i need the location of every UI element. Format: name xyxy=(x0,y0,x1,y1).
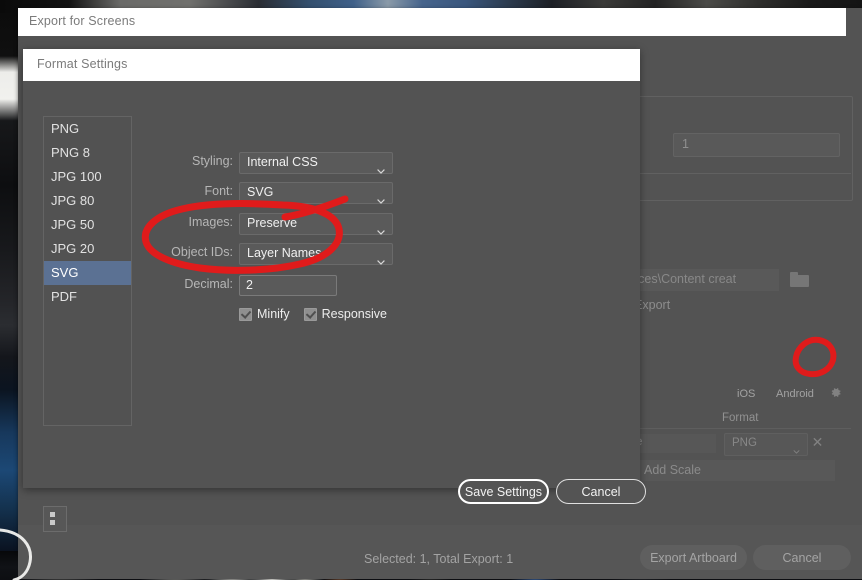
styling-label: Styling: xyxy=(192,154,233,168)
export-window-title: Export for Screens xyxy=(29,14,136,28)
font-value: SVG xyxy=(247,185,274,199)
range-input[interactable]: 1 xyxy=(673,133,840,157)
chevron-down-icon xyxy=(793,441,800,454)
font-select[interactable]: SVG xyxy=(239,182,393,204)
format-list-item-pdf[interactable]: PDF xyxy=(44,285,131,309)
chevron-down-icon xyxy=(377,252,385,265)
export-window-titlebar: Export for Screens xyxy=(18,8,846,36)
format-list-item-jpg80[interactable]: JPG 80 xyxy=(44,189,131,213)
table-row-format-select[interactable]: PNG xyxy=(724,433,808,456)
format-column-header: Format xyxy=(722,412,759,424)
export-artboard-button[interactable]: Export Artboard xyxy=(640,545,747,570)
format-list[interactable]: PNG PNG 8 JPG 100 JPG 80 JPG 50 JPG 20 S… xyxy=(43,116,132,426)
minify-checkbox[interactable]: Minify xyxy=(239,307,290,321)
preset-android-button[interactable]: Android xyxy=(776,388,814,400)
svg-options-checkboxes: Minify Responsive xyxy=(239,307,387,321)
responsive-label: Responsive xyxy=(321,307,387,321)
styling-select[interactable]: Internal CSS xyxy=(239,152,393,174)
gear-icon[interactable] xyxy=(829,386,842,399)
panel-divider xyxy=(622,173,851,174)
format-list-item-png[interactable]: PNG xyxy=(44,117,131,141)
images-value: Preserve xyxy=(247,216,298,230)
format-settings-dialog: Format Settings PNG PNG 8 JPG 100 JPG 80… xyxy=(23,49,646,532)
styling-value: Internal CSS xyxy=(247,155,318,169)
object-ids-value: Layer Names xyxy=(247,246,322,260)
chevron-down-icon xyxy=(377,161,385,174)
chevron-down-icon xyxy=(377,191,385,204)
checkmark-icon xyxy=(303,307,317,321)
format-list-item-svg[interactable]: SVG xyxy=(44,261,131,285)
folder-icon-body xyxy=(790,275,809,287)
format-list-item-jpg50[interactable]: JPG 50 xyxy=(44,213,131,237)
decimal-input[interactable]: 2 xyxy=(239,275,337,296)
export-cancel-button[interactable]: Cancel xyxy=(753,545,851,570)
panel-dots-icon xyxy=(50,512,55,517)
background-panel-sliver xyxy=(43,506,67,532)
decimal-value: 2 xyxy=(246,278,253,292)
range-input-value: 1 xyxy=(682,137,689,151)
font-label: Font: xyxy=(204,184,234,198)
format-list-item-jpg20[interactable]: JPG 20 xyxy=(44,237,131,261)
images-label: Images: xyxy=(188,215,233,229)
format-settings-title: Format Settings xyxy=(37,57,128,71)
modal-cancel-button[interactable]: Cancel xyxy=(556,479,646,504)
add-scale-label: Add Scale xyxy=(644,463,701,477)
folder-icon[interactable] xyxy=(790,272,809,287)
object-ids-select[interactable]: Layer Names xyxy=(239,243,393,265)
format-cell-value: PNG xyxy=(732,437,757,449)
checkmark-icon xyxy=(239,307,252,321)
format-list-item-png8[interactable]: PNG 8 xyxy=(44,141,131,165)
format-settings-titlebar: Format Settings xyxy=(23,49,640,81)
desktop-wallpaper-left xyxy=(0,13,18,551)
remove-row-icon[interactable]: ✕ xyxy=(811,435,824,449)
object-ids-label: Object IDs: xyxy=(171,245,233,259)
save-settings-button[interactable]: Save Settings xyxy=(458,479,549,504)
table-row-scale-cell[interactable]: e xyxy=(630,434,716,453)
minify-label: Minify xyxy=(257,307,290,321)
images-select[interactable]: Preserve xyxy=(239,213,393,235)
format-list-item-jpg100[interactable]: JPG 100 xyxy=(44,165,131,189)
chevron-down-icon xyxy=(377,222,385,235)
preset-ios-button[interactable]: iOS xyxy=(737,388,755,400)
add-scale-button[interactable]: + Add Scale xyxy=(622,460,835,481)
scale-table-header: t Format xyxy=(622,411,851,429)
responsive-checkbox[interactable]: Responsive xyxy=(303,307,387,321)
decimal-label: Decimal: xyxy=(184,277,233,291)
export-status-text: Selected: 1, Total Export: 1 xyxy=(364,552,514,566)
screen-root: Export for Screens : 1 ervices\Content c… xyxy=(0,0,862,580)
